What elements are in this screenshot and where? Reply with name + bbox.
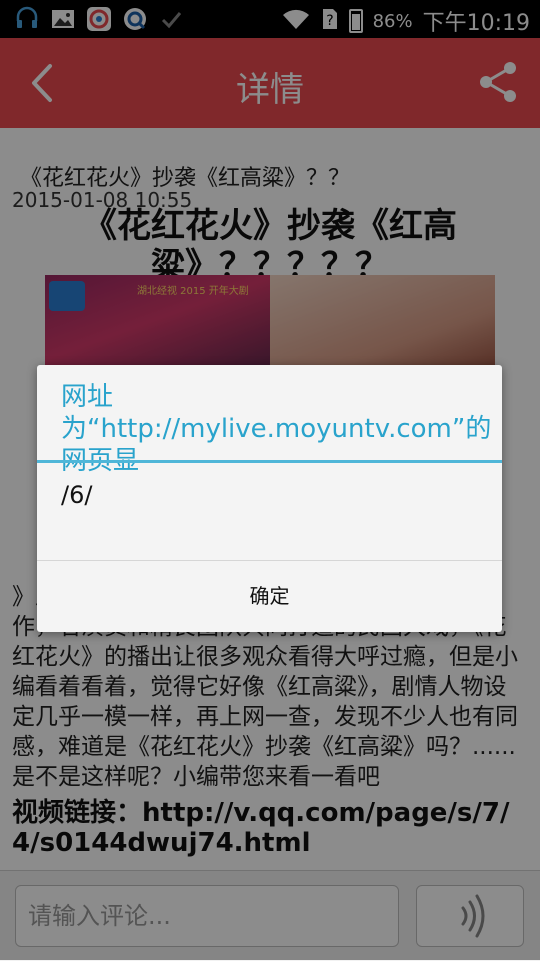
dialog-title-divider	[37, 460, 502, 463]
dialog-ok-button[interactable]: 确定	[37, 561, 502, 632]
alert-dialog: 网址为“http://mylive.moyuntv.com”的网页显 /6/ 确…	[37, 365, 502, 632]
dialog-message: /6/	[61, 481, 93, 509]
